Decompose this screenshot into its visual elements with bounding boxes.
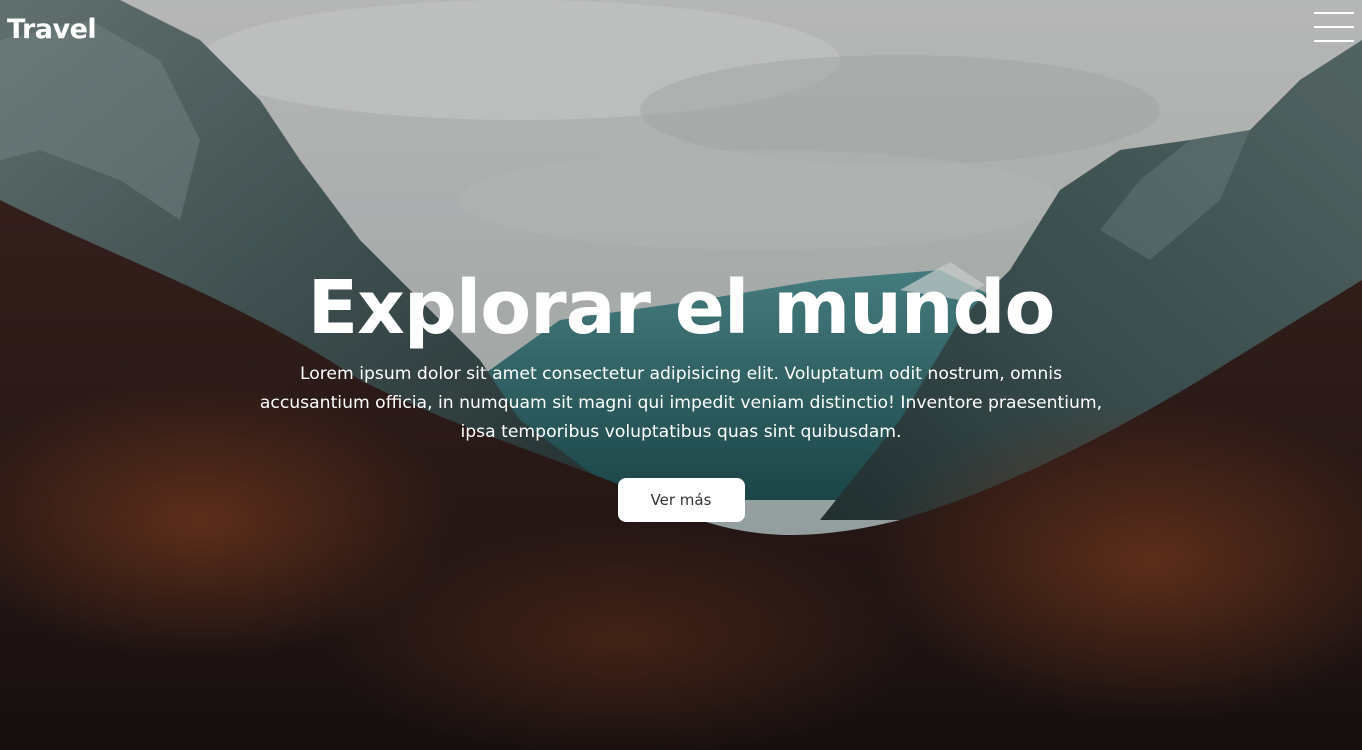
hero-description: Lorem ipsum dolor sit amet consectetur a… <box>259 364 1103 442</box>
menu-line <box>1314 12 1354 14</box>
hero-section: Travel Explorar el mundo Lorem ipsum dol… <box>0 0 1362 750</box>
menu-line <box>1314 26 1354 28</box>
site-logo[interactable]: Travel <box>7 14 97 45</box>
ver-mas-button[interactable]: Ver más <box>617 478 745 522</box>
hamburger-menu-icon[interactable] <box>1314 12 1356 44</box>
hero-title: Explorar el mundo <box>307 265 1056 351</box>
hero-content: Explorar el mundo Lorem ipsum dolor sit … <box>181 262 1181 522</box>
menu-line <box>1314 40 1354 42</box>
